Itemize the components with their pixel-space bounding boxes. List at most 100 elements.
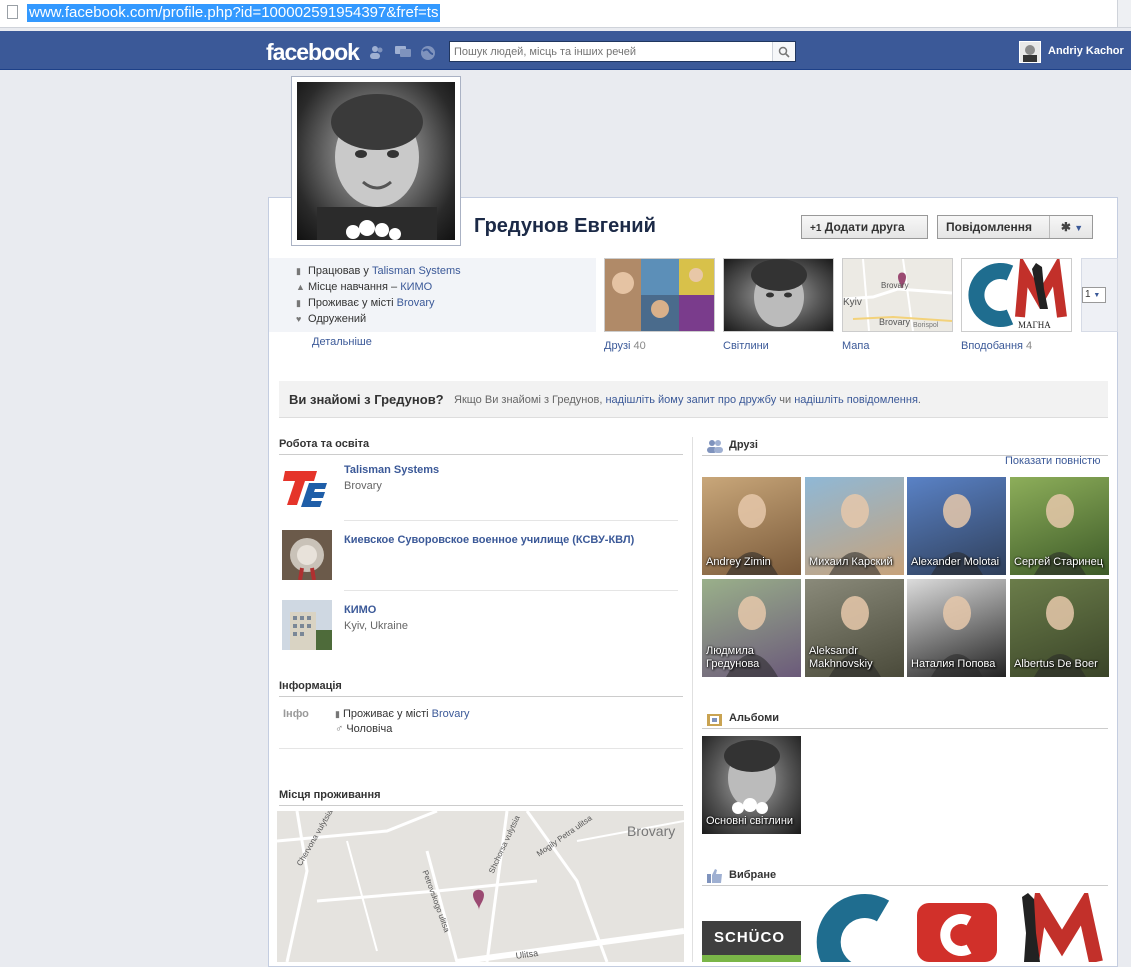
search-box[interactable]	[449, 41, 796, 62]
friend-name: Albertus De Boer	[1014, 658, 1098, 670]
more-tiles-area: 1 ▼	[1081, 258, 1118, 332]
friends-tile[interactable]	[604, 258, 715, 332]
home-icon: ▮	[296, 298, 301, 308]
divider	[344, 590, 678, 591]
heart-icon: ♥	[296, 314, 302, 324]
info-lives-in: ▮ Проживає у місті Brovary	[296, 297, 435, 309]
male-icon: ♂	[335, 723, 344, 735]
briefcase-icon: ▮	[296, 266, 301, 276]
favorite-m[interactable]	[1010, 886, 1109, 964]
school-kimo-link[interactable]: КИМО	[344, 604, 376, 616]
friend-thumb[interactable]: Наталия Попова	[907, 579, 1006, 677]
likes-logo-text: МАГНА	[1018, 320, 1051, 330]
friend-name: Andrey Zimin	[706, 556, 771, 568]
school-suvorov-link[interactable]: Киевское Суворовское военное училище (КС…	[344, 534, 634, 546]
work-education-header: Робота та освіта	[279, 438, 683, 455]
city-link[interactable]: Brovary	[397, 297, 435, 309]
tiles-page-select[interactable]: 1 ▼	[1082, 287, 1106, 303]
friend-thumb[interactable]: Andrey Zimin	[702, 477, 801, 575]
info-lives-in-line: ▮ Проживає у місті Brovary	[335, 708, 470, 720]
friend-name: Aleksandr Makhnovskiy	[809, 645, 873, 670]
friends-tile-label[interactable]: Друзі 40	[604, 340, 646, 352]
work-link[interactable]: Talisman Systems	[372, 265, 461, 277]
kimo-logo[interactable]	[282, 600, 332, 650]
send-friend-request-link[interactable]: надішліть йому запит про дружбу	[605, 394, 776, 406]
map-tile[interactable]: Brovary Kyiv Brovary Borispol	[842, 258, 953, 332]
profile-name: Гредунов Евгений	[474, 215, 656, 237]
information-header: Інформація	[279, 680, 683, 697]
friend-thumb[interactable]: Михаил Карский	[805, 477, 904, 575]
know-person-banner: Ви знайомі з Гредунов? Якщо Ви знайомі з…	[279, 381, 1108, 418]
know-text: Якщо Ви знайомі з Гредунов, надішліть йо…	[454, 394, 921, 406]
friend-name: Людмила Гредунова	[706, 645, 760, 670]
show-all-friends-link[interactable]: Показати повністю	[1005, 455, 1100, 467]
gear-dropdown-button[interactable]: ✱ ▼	[1049, 216, 1094, 238]
places-map[interactable]: Brovary Chervona vulytsia Shchorsa vulyt…	[277, 811, 684, 962]
friend-name: Михаил Карский	[809, 556, 893, 568]
search-icon	[778, 46, 790, 58]
column-divider	[692, 437, 693, 962]
school-kimo-location: Kyiv, Ukraine	[344, 620, 408, 632]
add-friend-label: Додати друга	[824, 220, 905, 234]
search-button[interactable]	[772, 42, 795, 61]
search-input[interactable]	[450, 42, 776, 61]
messages-icon[interactable]	[395, 45, 411, 59]
graduation-cap-icon: ▲	[296, 282, 305, 292]
friends-section-header: Друзі	[702, 439, 1108, 456]
album-thumb[interactable]: Основні світлини	[702, 736, 801, 834]
add-friend-icon: +1	[810, 223, 822, 234]
likes-tile-label[interactable]: Вподобання 4	[961, 340, 1032, 352]
notifications-globe-icon[interactable]	[420, 45, 436, 60]
message-label: Повідомлення	[946, 220, 1032, 234]
divider	[344, 520, 678, 521]
user-avatar[interactable]	[1019, 41, 1041, 63]
facebook-logo[interactable]: facebook	[266, 39, 360, 66]
friend-thumb[interactable]: Людмила Гредунова	[702, 579, 801, 677]
friend-thumb[interactable]: Albertus De Boer	[1010, 579, 1109, 677]
friend-requests-icon[interactable]	[369, 45, 385, 59]
info-label: Інфо	[283, 708, 309, 720]
home-icon: ▮	[335, 709, 340, 719]
places-lived-header: Місця проживання	[279, 789, 683, 806]
chevron-down-icon: ▼	[1074, 223, 1084, 233]
add-friend-button[interactable]: +1 Додати друга	[801, 215, 928, 239]
friend-thumb[interactable]: Aleksandr Makhnovskiy	[805, 579, 904, 677]
info-relationship: ♥ Одружений	[296, 313, 367, 325]
address-bar-end	[1117, 0, 1131, 27]
talisman-logo[interactable]	[281, 461, 331, 511]
photos-tile[interactable]	[723, 258, 834, 332]
send-message-link[interactable]: надішліть повідомлення	[794, 394, 918, 406]
albums-section-header: Альбоми	[702, 712, 1108, 729]
message-button[interactable]: Повідомлення ✱ ▼	[937, 215, 1093, 239]
gear-icon: ✱	[1060, 220, 1071, 234]
likes-tile[interactable]: МАГНА	[961, 254, 1072, 332]
info-gender-line: ♂ Чоловіча	[335, 723, 393, 735]
favorite-schuco[interactable]: SCHÜCO	[702, 893, 801, 962]
info-city-link[interactable]: Brovary	[432, 708, 470, 720]
map-tile-label[interactable]: Мапа	[842, 340, 869, 352]
friend-thumb[interactable]: Alexander Molotai	[907, 477, 1006, 575]
friend-name: Наталия Попова	[911, 658, 996, 670]
album-name: Основні світлини	[706, 815, 794, 827]
favorites-section-header: Вибране	[702, 869, 1108, 886]
work-talisman-link[interactable]: Talisman Systems	[344, 464, 439, 476]
user-name-link[interactable]: Andriy Kachor	[1048, 45, 1124, 57]
education-link[interactable]: КИМО	[400, 281, 432, 293]
know-question: Ви знайомі з Гредунов?	[289, 392, 444, 407]
friend-thumb[interactable]: Сергей Старинец	[1010, 477, 1109, 575]
browser-address-bar[interactable]: www.facebook.com/profile.php?id=10000259…	[0, 0, 1131, 28]
friend-name: Сергей Старинец	[1014, 556, 1103, 568]
photos-tile-label[interactable]: Світлини	[723, 340, 769, 352]
profile-picture[interactable]	[291, 76, 461, 246]
divider	[279, 748, 683, 749]
url-text[interactable]: www.facebook.com/profile.php?id=10000259…	[27, 4, 441, 22]
friend-name: Alexander Molotai	[911, 556, 1000, 568]
favorite-c-blue[interactable]	[805, 893, 904, 967]
info-education: ▲ Місце навчання – КИМО	[296, 281, 433, 293]
suvorov-school-logo[interactable]	[282, 530, 332, 581]
work-talisman-location: Brovary	[344, 480, 382, 492]
profile-photo-image	[297, 82, 455, 240]
details-link[interactable]: Детальніше	[312, 336, 372, 348]
favorite-c-red[interactable]	[907, 893, 1006, 962]
info-work: ▮ Працював у Talisman Systems	[296, 265, 461, 277]
